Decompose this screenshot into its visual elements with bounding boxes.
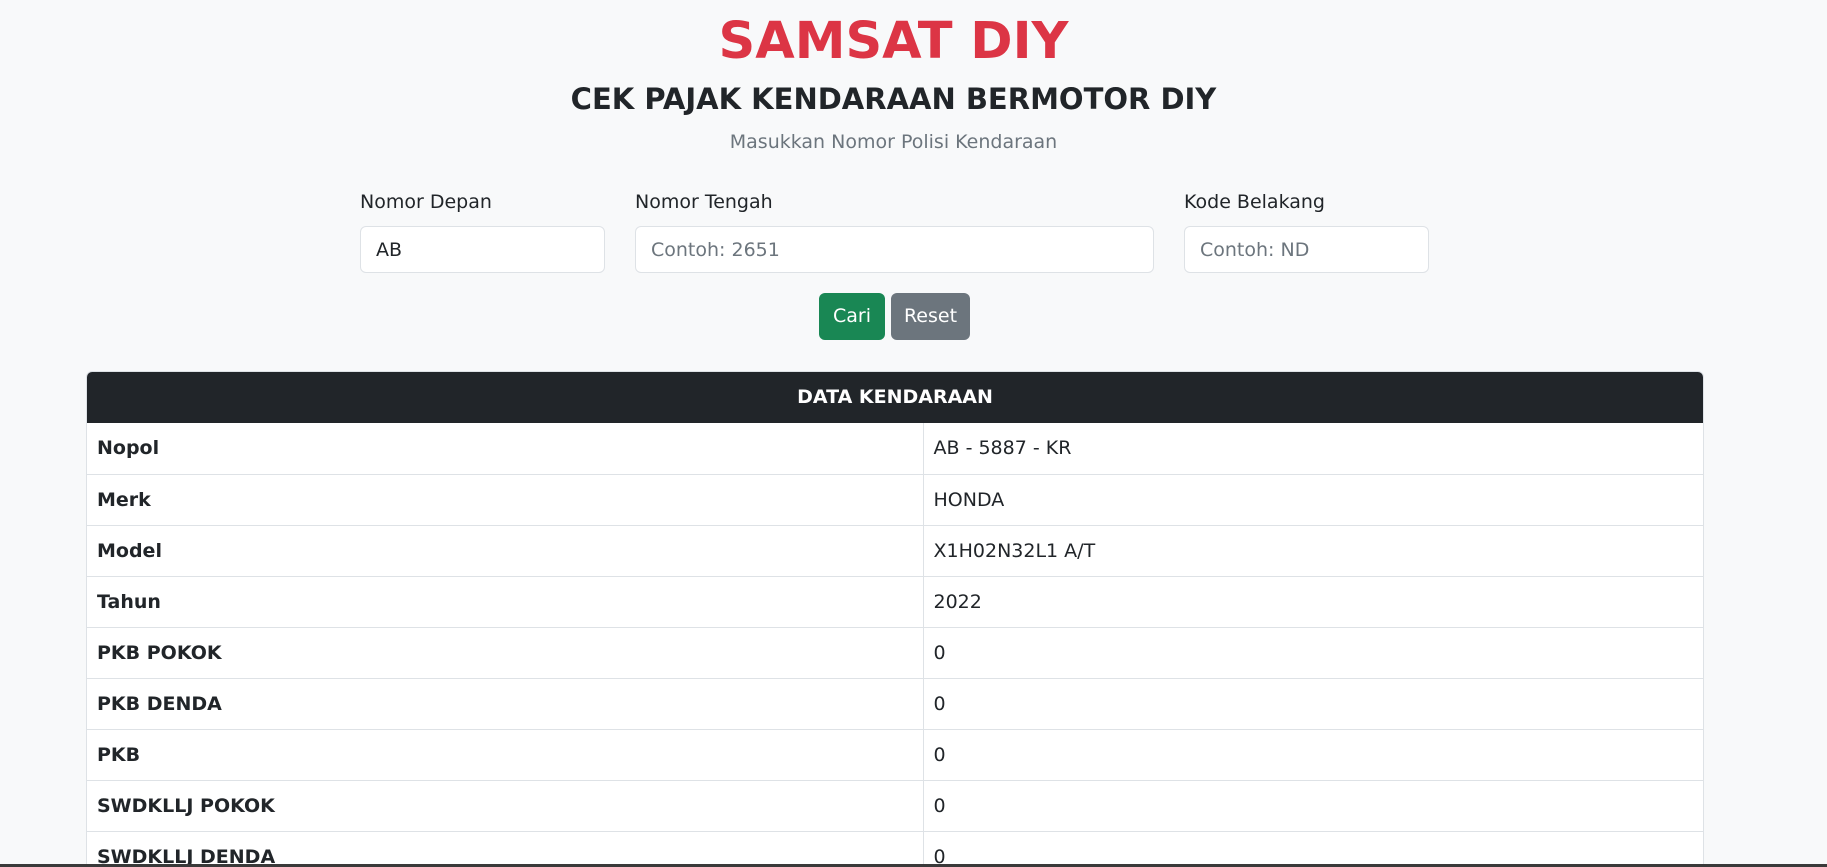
row-key: PKB DENDA (87, 678, 924, 730)
table-row: SWDKLLJ POKOK 0 (87, 780, 1703, 832)
back-code-input[interactable] (1184, 226, 1429, 273)
middle-number-input[interactable] (635, 226, 1154, 273)
page-title: CEK PAJAK KENDARAAN BERMOTOR DIY (570, 82, 1217, 116)
row-key: SWDKLLJ POKOK (87, 780, 924, 832)
page: SAMSAT DIY CEK PAJAK KENDARAAN BERMOTOR … (0, 0, 1827, 867)
row-value: 0 (923, 627, 1703, 679)
row-value: HONDA (923, 474, 1703, 526)
table-row: Nopol AB - 5887 - KR (87, 423, 1703, 475)
row-key: Merk (87, 474, 924, 526)
vehicle-data-table: Nopol AB - 5887 - KR Merk HONDA Model X1… (87, 423, 1703, 867)
row-value: 2022 (923, 576, 1703, 628)
front-number-label: Nomor Depan (360, 191, 492, 213)
reset-button[interactable]: Reset (891, 293, 970, 340)
row-value: AB - 5887 - KR (923, 423, 1703, 475)
middle-number-label: Nomor Tengah (635, 191, 773, 213)
row-key: SWDKLLJ DENDA (87, 831, 924, 867)
form-hint: Masukkan Nomor Polisi Kendaraan (729, 131, 1058, 153)
table-row: PKB DENDA 0 (87, 678, 1703, 730)
search-button[interactable]: Cari (819, 293, 885, 340)
table-row: Model X1H02N32L1 A/T (87, 525, 1703, 577)
back-code-label: Kode Belakang (1184, 191, 1325, 213)
row-key: PKB POKOK (87, 627, 924, 679)
table-row: Merk HONDA (87, 474, 1703, 526)
row-value: 0 (923, 780, 1703, 832)
vehicle-data-card: DATA KENDARAAN Nopol AB - 5887 - KR Merk… (86, 371, 1704, 867)
row-value: 0 (923, 831, 1703, 867)
row-value: X1H02N32L1 A/T (923, 525, 1703, 577)
row-key: Model (87, 525, 924, 577)
row-key: PKB (87, 729, 924, 781)
row-key: Tahun (87, 576, 924, 628)
row-value: 0 (923, 678, 1703, 730)
data-card-header: DATA KENDARAAN (87, 372, 1703, 423)
table-row: PKB POKOK 0 (87, 627, 1703, 679)
table-row: PKB 0 (87, 729, 1703, 781)
brand-title: SAMSAT DIY (718, 12, 1069, 71)
front-number-input[interactable] (360, 226, 605, 273)
table-row: Tahun 2022 (87, 576, 1703, 628)
table-row: SWDKLLJ DENDA 0 (87, 831, 1703, 867)
row-value: 0 (923, 729, 1703, 781)
row-key: Nopol (87, 423, 924, 475)
